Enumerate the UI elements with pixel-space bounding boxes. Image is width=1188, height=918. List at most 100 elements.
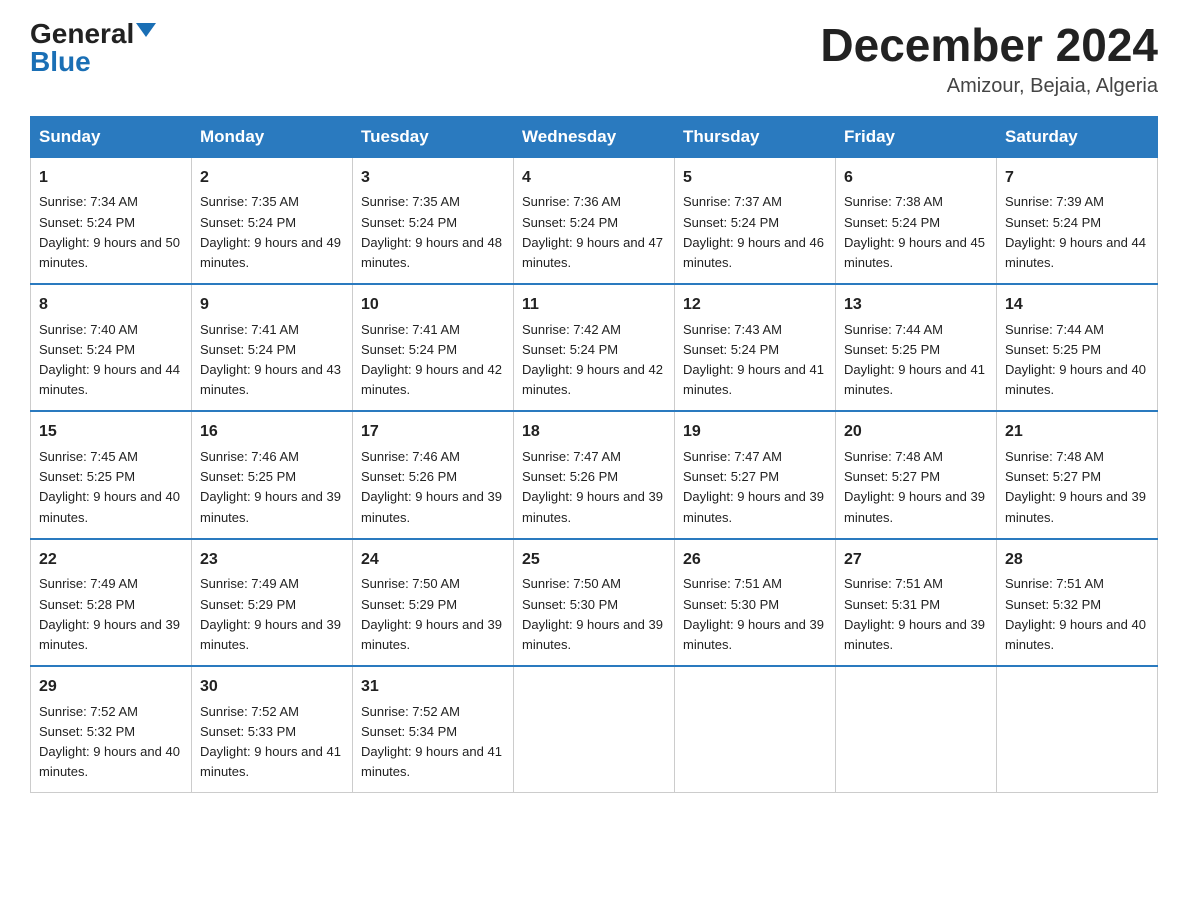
calendar-cell: 21 Sunrise: 7:48 AMSunset: 5:27 PMDaylig… [997, 411, 1158, 538]
calendar-week-row: 1 Sunrise: 7:34 AMSunset: 5:24 PMDayligh… [31, 157, 1158, 284]
day-info: Sunrise: 7:44 AMSunset: 5:25 PMDaylight:… [844, 322, 985, 397]
day-info: Sunrise: 7:47 AMSunset: 5:26 PMDaylight:… [522, 449, 663, 524]
day-number: 21 [1005, 420, 1149, 445]
day-info: Sunrise: 7:52 AMSunset: 5:32 PMDaylight:… [39, 704, 180, 779]
calendar-cell: 24 Sunrise: 7:50 AMSunset: 5:29 PMDaylig… [353, 539, 514, 666]
column-header-sunday: Sunday [31, 116, 192, 157]
day-number: 3 [361, 166, 505, 191]
day-info: Sunrise: 7:51 AMSunset: 5:32 PMDaylight:… [1005, 576, 1146, 651]
column-header-wednesday: Wednesday [514, 116, 675, 157]
logo-blue: Blue [30, 48, 91, 76]
calendar-cell: 7 Sunrise: 7:39 AMSunset: 5:24 PMDayligh… [997, 157, 1158, 284]
day-number: 9 [200, 293, 344, 318]
calendar-cell: 10 Sunrise: 7:41 AMSunset: 5:24 PMDaylig… [353, 284, 514, 411]
day-info: Sunrise: 7:50 AMSunset: 5:30 PMDaylight:… [522, 576, 663, 651]
day-number: 24 [361, 548, 505, 573]
day-number: 26 [683, 548, 827, 573]
calendar-table: SundayMondayTuesdayWednesdayThursdayFrid… [30, 116, 1158, 794]
day-info: Sunrise: 7:40 AMSunset: 5:24 PMDaylight:… [39, 322, 180, 397]
calendar-cell: 22 Sunrise: 7:49 AMSunset: 5:28 PMDaylig… [31, 539, 192, 666]
column-header-monday: Monday [192, 116, 353, 157]
day-info: Sunrise: 7:48 AMSunset: 5:27 PMDaylight:… [844, 449, 985, 524]
day-number: 27 [844, 548, 988, 573]
calendar-cell: 16 Sunrise: 7:46 AMSunset: 5:25 PMDaylig… [192, 411, 353, 538]
day-info: Sunrise: 7:51 AMSunset: 5:31 PMDaylight:… [844, 576, 985, 651]
logo: General Blue [30, 20, 156, 76]
calendar-cell: 15 Sunrise: 7:45 AMSunset: 5:25 PMDaylig… [31, 411, 192, 538]
day-number: 17 [361, 420, 505, 445]
calendar-cell: 8 Sunrise: 7:40 AMSunset: 5:24 PMDayligh… [31, 284, 192, 411]
calendar-cell: 6 Sunrise: 7:38 AMSunset: 5:24 PMDayligh… [836, 157, 997, 284]
calendar-cell: 23 Sunrise: 7:49 AMSunset: 5:29 PMDaylig… [192, 539, 353, 666]
column-header-thursday: Thursday [675, 116, 836, 157]
day-info: Sunrise: 7:50 AMSunset: 5:29 PMDaylight:… [361, 576, 502, 651]
calendar-cell: 1 Sunrise: 7:34 AMSunset: 5:24 PMDayligh… [31, 157, 192, 284]
day-number: 12 [683, 293, 827, 318]
day-number: 16 [200, 420, 344, 445]
calendar-week-row: 22 Sunrise: 7:49 AMSunset: 5:28 PMDaylig… [31, 539, 1158, 666]
day-number: 14 [1005, 293, 1149, 318]
calendar-cell: 31 Sunrise: 7:52 AMSunset: 5:34 PMDaylig… [353, 666, 514, 793]
calendar-cell: 5 Sunrise: 7:37 AMSunset: 5:24 PMDayligh… [675, 157, 836, 284]
calendar-cell: 9 Sunrise: 7:41 AMSunset: 5:24 PMDayligh… [192, 284, 353, 411]
day-number: 19 [683, 420, 827, 445]
day-number: 5 [683, 166, 827, 191]
calendar-cell: 25 Sunrise: 7:50 AMSunset: 5:30 PMDaylig… [514, 539, 675, 666]
day-info: Sunrise: 7:52 AMSunset: 5:34 PMDaylight:… [361, 704, 502, 779]
day-number: 2 [200, 166, 344, 191]
location-title: Amizour, Bejaia, Algeria [820, 75, 1158, 98]
day-info: Sunrise: 7:43 AMSunset: 5:24 PMDaylight:… [683, 322, 824, 397]
day-info: Sunrise: 7:36 AMSunset: 5:24 PMDaylight:… [522, 194, 663, 269]
calendar-cell [997, 666, 1158, 793]
day-info: Sunrise: 7:35 AMSunset: 5:24 PMDaylight:… [361, 194, 502, 269]
day-info: Sunrise: 7:41 AMSunset: 5:24 PMDaylight:… [200, 322, 341, 397]
calendar-cell: 13 Sunrise: 7:44 AMSunset: 5:25 PMDaylig… [836, 284, 997, 411]
day-info: Sunrise: 7:45 AMSunset: 5:25 PMDaylight:… [39, 449, 180, 524]
calendar-cell [514, 666, 675, 793]
month-title: December 2024 [820, 20, 1158, 71]
calendar-cell: 27 Sunrise: 7:51 AMSunset: 5:31 PMDaylig… [836, 539, 997, 666]
day-info: Sunrise: 7:49 AMSunset: 5:28 PMDaylight:… [39, 576, 180, 651]
day-number: 4 [522, 166, 666, 191]
day-info: Sunrise: 7:52 AMSunset: 5:33 PMDaylight:… [200, 704, 341, 779]
day-info: Sunrise: 7:51 AMSunset: 5:30 PMDaylight:… [683, 576, 824, 651]
logo-general: General [30, 20, 134, 48]
day-number: 30 [200, 675, 344, 700]
calendar-cell: 19 Sunrise: 7:47 AMSunset: 5:27 PMDaylig… [675, 411, 836, 538]
calendar-week-row: 29 Sunrise: 7:52 AMSunset: 5:32 PMDaylig… [31, 666, 1158, 793]
day-number: 10 [361, 293, 505, 318]
day-number: 11 [522, 293, 666, 318]
calendar-cell: 26 Sunrise: 7:51 AMSunset: 5:30 PMDaylig… [675, 539, 836, 666]
calendar-cell [836, 666, 997, 793]
day-info: Sunrise: 7:34 AMSunset: 5:24 PMDaylight:… [39, 194, 180, 269]
day-number: 7 [1005, 166, 1149, 191]
day-number: 23 [200, 548, 344, 573]
calendar-cell: 17 Sunrise: 7:46 AMSunset: 5:26 PMDaylig… [353, 411, 514, 538]
day-info: Sunrise: 7:49 AMSunset: 5:29 PMDaylight:… [200, 576, 341, 651]
day-number: 20 [844, 420, 988, 445]
day-info: Sunrise: 7:39 AMSunset: 5:24 PMDaylight:… [1005, 194, 1146, 269]
day-number: 29 [39, 675, 183, 700]
calendar-cell: 18 Sunrise: 7:47 AMSunset: 5:26 PMDaylig… [514, 411, 675, 538]
column-header-tuesday: Tuesday [353, 116, 514, 157]
day-info: Sunrise: 7:41 AMSunset: 5:24 PMDaylight:… [361, 322, 502, 397]
day-info: Sunrise: 7:47 AMSunset: 5:27 PMDaylight:… [683, 449, 824, 524]
day-info: Sunrise: 7:48 AMSunset: 5:27 PMDaylight:… [1005, 449, 1146, 524]
calendar-week-row: 15 Sunrise: 7:45 AMSunset: 5:25 PMDaylig… [31, 411, 1158, 538]
calendar-week-row: 8 Sunrise: 7:40 AMSunset: 5:24 PMDayligh… [31, 284, 1158, 411]
day-info: Sunrise: 7:37 AMSunset: 5:24 PMDaylight:… [683, 194, 824, 269]
title-block: December 2024 Amizour, Bejaia, Algeria [820, 20, 1158, 98]
day-number: 15 [39, 420, 183, 445]
calendar-header-row: SundayMondayTuesdayWednesdayThursdayFrid… [31, 116, 1158, 157]
column-header-saturday: Saturday [997, 116, 1158, 157]
day-number: 13 [844, 293, 988, 318]
day-info: Sunrise: 7:38 AMSunset: 5:24 PMDaylight:… [844, 194, 985, 269]
calendar-cell: 3 Sunrise: 7:35 AMSunset: 5:24 PMDayligh… [353, 157, 514, 284]
logo-triangle-icon [136, 23, 156, 37]
day-number: 31 [361, 675, 505, 700]
day-info: Sunrise: 7:35 AMSunset: 5:24 PMDaylight:… [200, 194, 341, 269]
day-number: 25 [522, 548, 666, 573]
day-info: Sunrise: 7:46 AMSunset: 5:26 PMDaylight:… [361, 449, 502, 524]
calendar-cell: 12 Sunrise: 7:43 AMSunset: 5:24 PMDaylig… [675, 284, 836, 411]
day-number: 22 [39, 548, 183, 573]
